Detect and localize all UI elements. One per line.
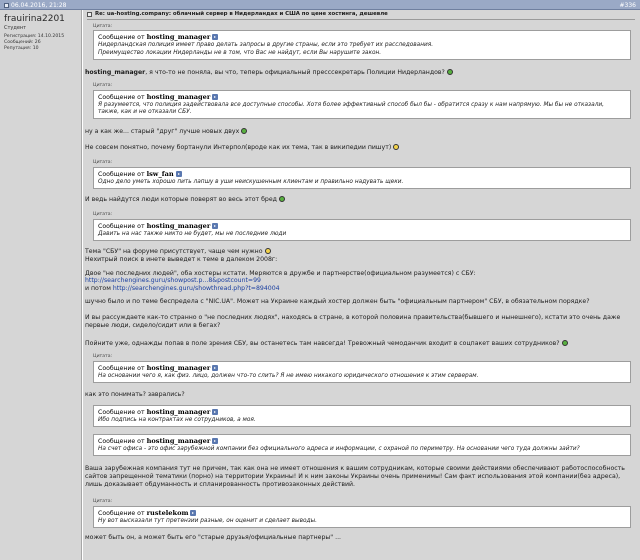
quote-prefix: Сообщение от (98, 437, 145, 445)
mention-author: hosting_manager (85, 69, 146, 76)
post-paragraph: Пойните уже, однажды попав в поле зрения… (85, 340, 637, 348)
quote-text: Ибо подпись на контрактах не сотрудников… (98, 417, 256, 423)
quote-text: Преимущество локации Нидерланды не в том… (98, 50, 382, 57)
post-icon (4, 2, 9, 8)
user-info-panel: frauirina2201 Студент Регистрация: 14.10… (0, 10, 82, 560)
quote-header: Сообщение от hosting_manager (98, 93, 626, 101)
quote-label: Цитата: (93, 160, 113, 165)
post-paragraph: hosting_manager, я что-то не поняла, вы … (85, 69, 637, 77)
paragraph-text: Двое "не последних людей", оба хостеры к… (85, 269, 476, 277)
quote-header: Сообщение от rustelekom (98, 509, 626, 517)
view-post-icon[interactable] (212, 409, 219, 415)
quote-header: Сообщение от hosting_manager (98, 33, 626, 41)
forum-link[interactable]: http://searchengines.guru/showthread.php… (113, 285, 280, 292)
quote-prefix: Сообщение от (98, 93, 145, 101)
quote-block: Сообщение от hosting_manager Я разумеется… (93, 90, 631, 120)
view-post-icon[interactable] (175, 171, 182, 177)
post-title-icon (87, 11, 92, 17)
quote-block: Сообщение от hosting_manager На счет офис… (93, 434, 631, 457)
quote-author: hosting_manager (146, 364, 211, 372)
quote-text: На основании чего я, как физ. лицо, долж… (98, 373, 479, 379)
paragraph-text: И ведь найдутся люди которые поверят во … (85, 196, 277, 203)
quote-block: Сообщение от hosting_manager На основании… (93, 361, 631, 384)
title-divider (87, 19, 635, 20)
view-post-icon[interactable] (212, 365, 219, 371)
quote-prefix: Сообщение от (98, 33, 145, 41)
paragraph-text: ну а как же... старый "друг" лучше новых… (85, 128, 240, 135)
post-date-text: 06.04.2016, 21:28 (11, 1, 67, 9)
post-paragraph: ну а как же... старый "друг" лучше новых… (85, 128, 637, 136)
view-post-icon[interactable] (212, 438, 219, 444)
quote-label: Цитата: (93, 24, 113, 29)
post-date: 06.04.2016, 21:28 (4, 2, 66, 9)
quote-prefix: Сообщение от (98, 509, 145, 517)
post-paragraph: Не совсем понятно, почему бортанули Инте… (85, 144, 637, 152)
quote-prefix: Сообщение от (98, 408, 145, 416)
smiley-icon (561, 340, 568, 346)
paragraph-text: Не совсем понятно, почему бортанули Инте… (85, 144, 392, 151)
post-paragraph: может быть он, а может быть его "старые … (85, 534, 341, 541)
quote-text: Ну вот высказали тут претензии разные, о… (98, 518, 318, 524)
quote-author: hosting_manager (146, 408, 211, 416)
user-title: Студент (4, 25, 27, 31)
post-paragraph: Ваша зарубежная компания тут не причем, … (85, 465, 625, 488)
quote-text: Одно дело уметь хорошо пить лапшу в уши … (98, 179, 404, 185)
view-post-icon[interactable] (190, 510, 197, 516)
quote-header: Сообщение от hosting_manager (98, 437, 626, 445)
post-body: Re: ua-hosting.company: облачный сервер … (83, 10, 640, 560)
post-paragraph: И вы рассуждаете как-то странно о "не по… (85, 314, 621, 329)
post-paragraph: Тема "СБУ" на форуме присутствует, чаще … (85, 248, 637, 293)
post-paragraph: шучно было и по теме беспредела с "NIC.U… (85, 298, 590, 305)
view-post-icon[interactable] (212, 94, 219, 100)
smiley-icon (393, 144, 400, 150)
quote-block: Сообщение от hosting_manager Давить на на… (93, 219, 631, 242)
paragraph-text: Нехитрый поиск в инете выведет к теме в … (85, 255, 278, 263)
quote-author: hosting_manager (146, 222, 211, 230)
quote-header: Сообщение от lsw_fan (98, 170, 626, 178)
smiley-icon (264, 248, 271, 254)
quote-prefix: Сообщение от (98, 222, 145, 230)
quote-author: hosting_manager (146, 437, 211, 445)
post-number-link[interactable]: #336 (620, 2, 636, 9)
view-post-icon[interactable] (212, 223, 219, 229)
links-prefix: и потом (85, 285, 111, 293)
username-link[interactable]: frauirina2201 (4, 14, 65, 24)
post-paragraph: И ведь найдутся люди которые поверят во … (85, 196, 637, 204)
quote-header: Сообщение от hosting_manager (98, 364, 626, 372)
quote-text: На счет офиса - это офис зарубежной комп… (98, 446, 580, 452)
quote-label: Цитата: (93, 83, 113, 88)
quote-text: Давить на нас также никто не будет, мы н… (98, 231, 287, 237)
quote-label: Цитата: (93, 354, 113, 359)
quote-block: Сообщение от hosting_manager Ибо подпись … (93, 405, 631, 428)
quote-author: lsw_fan (146, 170, 174, 178)
quote-text: Я разумеется, что полиция задействовала … (98, 102, 605, 116)
post-paragraph: как это понимать? заврались? (85, 391, 185, 398)
quote-author: rustelekom (146, 509, 189, 517)
quote-label: Цитата: (93, 499, 113, 504)
user-stats: Регистрация: 14.10.2015 Сообщений: 26 Ре… (4, 34, 64, 52)
smiley-icon (446, 69, 453, 75)
paragraph-text: , я что-то не поняла, вы что, теперь офи… (145, 69, 445, 76)
paragraph-text: Тема "СБУ" на форуме присутствует, чаще … (85, 248, 263, 255)
quote-author: hosting_manager (146, 33, 211, 41)
post-header-bar: 06.04.2016, 21:28 #336 (0, 0, 640, 10)
view-post-icon[interactable] (212, 34, 219, 40)
quote-prefix: Сообщение от (98, 364, 145, 372)
smiley-icon (278, 196, 285, 202)
post-title-text: Re: ua-hosting.company: облачный сервер … (95, 11, 388, 17)
quote-block: Сообщение от rustelekom Ну вот высказали … (93, 506, 631, 529)
smiley-icon (241, 128, 248, 134)
user-reputation: Репутация: 10 (4, 46, 39, 51)
quote-text: Нидерландская полиция имеет право делать… (98, 42, 434, 48)
forum-link[interactable]: http://searchengines.guru/showpost.p...8… (85, 277, 637, 285)
post-title: Re: ua-hosting.company: облачный сервер … (87, 11, 388, 17)
quote-block: Сообщение от lsw_fan Одно дело уметь хоро… (93, 167, 631, 190)
quote-header: Сообщение от hosting_manager (98, 408, 626, 416)
quote-author: hosting_manager (146, 93, 211, 101)
quote-prefix: Сообщение от (98, 170, 145, 178)
quote-header: Сообщение от hosting_manager (98, 222, 626, 230)
quote-block: Сообщение от hosting_manager Нидерландска… (93, 30, 631, 61)
quote-label: Цитата: (93, 212, 113, 217)
paragraph-text: Пойните уже, однажды попав в поле зрения… (85, 340, 560, 347)
